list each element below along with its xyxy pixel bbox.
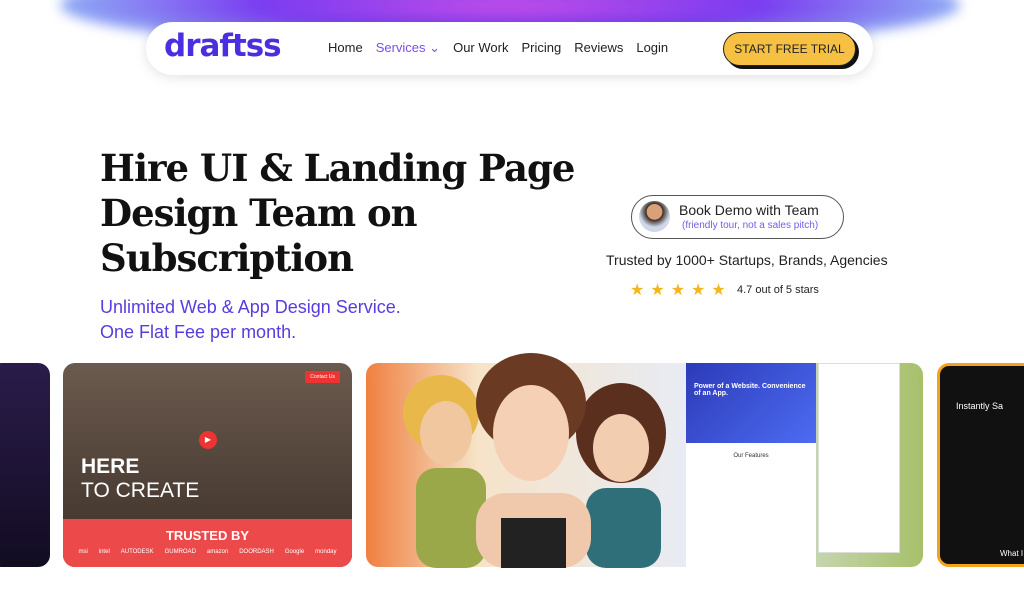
card-headline: HERE TO CREATE	[81, 455, 199, 503]
showcase-card-keep-creating[interactable]: Contact Us ▶ HERE TO CREATE TRUSTED BY ms…	[63, 363, 352, 567]
logo-amazon: amazon	[206, 549, 229, 555]
showcase-card-partial-right[interactable]: Instantly Sa What I	[937, 363, 1024, 567]
subtitle-line-1: Unlimited Web & App Design Service.	[100, 297, 401, 317]
team-illustration	[403, 353, 666, 568]
book-demo-label: Book Demo with Team	[679, 202, 819, 218]
logo-gumroad: GUMROAD	[164, 549, 196, 555]
trusted-by-text: TRUSTED BY	[165, 528, 250, 543]
subtitle-line-2: One Flat Fee per month.	[100, 322, 297, 342]
here-text: HERE	[81, 455, 140, 478]
start-free-trial-button[interactable]: START FREE TRIAL	[723, 32, 856, 66]
contact-us-badge: Contact Us	[305, 371, 340, 383]
nav-pricing[interactable]: Pricing	[521, 40, 561, 56]
chevron-down-icon: ⌄	[429, 40, 441, 55]
navbar: draftss Home Services ⌄ Our Work Pricing…	[146, 22, 873, 75]
nav-services-label: Services	[375, 40, 426, 55]
star-rating-icon: ★★★★★	[630, 282, 732, 299]
book-demo-note: (friendly tour, not a sales pitch)	[682, 220, 819, 231]
nav-menu: Home Services ⌄ Our Work Pricing Reviews…	[328, 40, 668, 56]
logo[interactable]: draftss	[164, 28, 282, 64]
nav-home[interactable]: Home	[328, 40, 363, 56]
hero-subtitle: Unlimited Web & App Design Service. One …	[100, 295, 401, 345]
nav-reviews[interactable]: Reviews	[574, 40, 623, 56]
book-demo-button[interactable]: Book Demo with Team (friendly tour, not …	[631, 195, 844, 239]
showcase-card-team[interactable]: Power of a Website. Convenience of an Ap…	[366, 353, 923, 568]
card3-bottom: What I	[1000, 549, 1024, 558]
logo-msi: msi	[78, 549, 88, 555]
website-mockup: Power of a Website. Convenience of an Ap…	[686, 363, 816, 567]
trusted-text: Trusted by 1000+ Startups, Brands, Agenc…	[606, 252, 888, 268]
nav-services[interactable]: Services ⌄	[376, 40, 440, 56]
mockup-hero: Power of a Website. Convenience of an Ap…	[686, 363, 816, 443]
mockup-features: Our Features	[733, 453, 769, 459]
client-logos: msi intel AUTODESK GUMROAD amazon DOORDA…	[63, 549, 352, 555]
logo-google: Google	[284, 549, 305, 555]
trusted-band: TRUSTED BY msi intel AUTODESK GUMROAD am…	[63, 519, 352, 567]
card3-title: Instantly Sa	[956, 401, 1004, 411]
nav-login[interactable]: Login	[636, 40, 668, 56]
showcase-card-partial-left[interactable]	[0, 363, 50, 567]
rating-text: 4.7 out of 5 stars	[737, 284, 819, 296]
logo-monday: monday	[315, 549, 337, 555]
website-mockup-2	[818, 363, 900, 553]
play-icon: ▶	[199, 431, 217, 449]
create-text: TO CREATE	[81, 479, 200, 502]
avatar	[639, 201, 670, 232]
logo-autodesk: AUTODESK	[120, 549, 154, 555]
logo-intel: intel	[98, 549, 110, 555]
nav-our-work[interactable]: Our Work	[453, 40, 508, 56]
logo-doordash: DOORDASH	[239, 549, 274, 555]
page-title: Hire UI & Landing Page Design Team on Su…	[100, 146, 575, 280]
